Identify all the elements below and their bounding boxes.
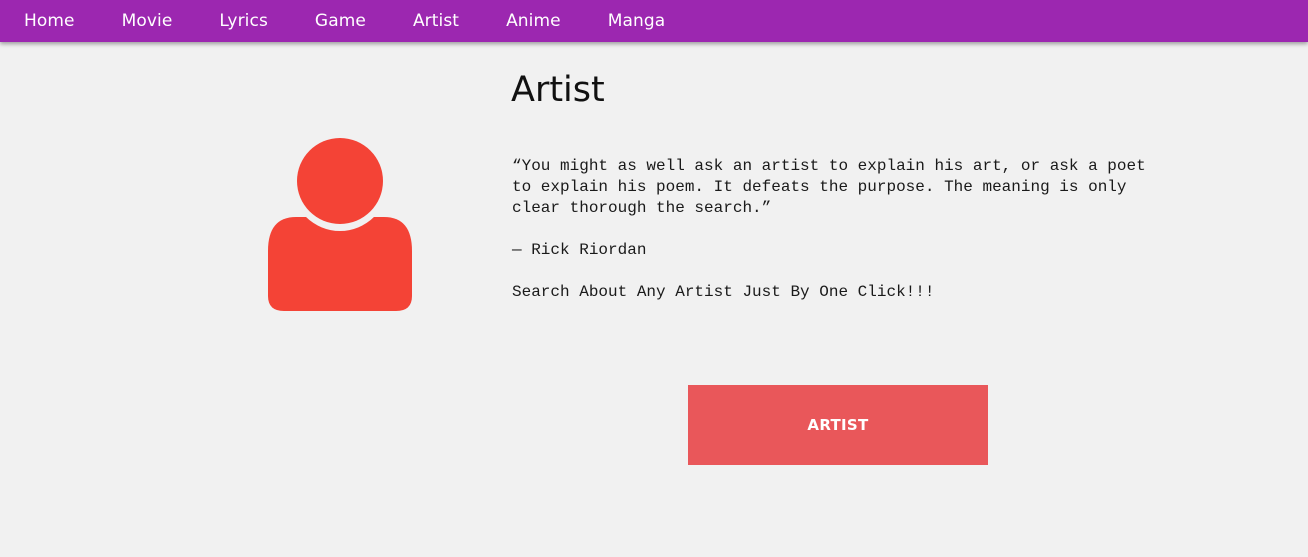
nav-link-lyrics[interactable]: Lyrics xyxy=(219,11,268,31)
quote-section: “You might as well ask an artist to expl… xyxy=(512,156,1172,324)
quote-text: “You might as well ask an artist to expl… xyxy=(512,157,1146,217)
tagline: Search About Any Artist Just By One Clic… xyxy=(512,283,935,301)
nav-link-anime[interactable]: Anime xyxy=(506,11,561,31)
nav-link-manga[interactable]: Manga xyxy=(608,11,666,31)
nav-link-home[interactable]: Home xyxy=(24,11,75,31)
user-icon xyxy=(268,135,412,311)
nav-link-game[interactable]: Game xyxy=(315,11,366,31)
nav-link-movie[interactable]: Movie xyxy=(122,11,173,31)
page-title: Artist xyxy=(511,70,605,110)
nav-link-artist[interactable]: Artist xyxy=(413,11,459,31)
top-navigation: Home Movie Lyrics Game Artist Anime Mang… xyxy=(0,0,1308,42)
artist-button[interactable]: ARTIST xyxy=(688,385,988,465)
quote-attribution: — Rick Riordan xyxy=(512,241,647,259)
